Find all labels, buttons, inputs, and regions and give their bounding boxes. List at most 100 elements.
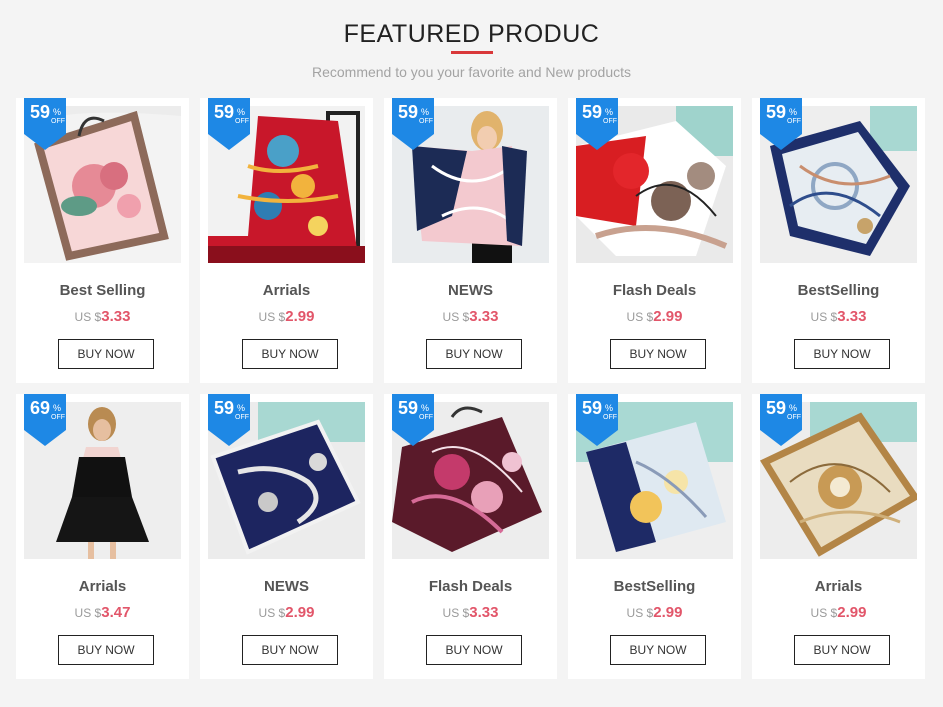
discount-percent: 69: [30, 398, 51, 418]
price-amount: 3.47: [101, 604, 131, 621]
product-card[interactable]: 59 % OFF Arrials US $2.99 BUY NOW: [752, 394, 925, 679]
product-name[interactable]: NEWS: [200, 578, 373, 595]
percent-symbol: %: [53, 107, 62, 117]
price-currency: US $: [74, 310, 102, 324]
price-currency: US $: [258, 606, 286, 620]
product-price: US $3.33: [752, 308, 925, 325]
product-name[interactable]: Arrials: [200, 282, 373, 299]
price-currency: US $: [626, 606, 654, 620]
section-header: FEATURED PRODUC Recommend to you your fa…: [0, 0, 943, 96]
product-name[interactable]: Arrials: [16, 578, 189, 595]
price-currency: US $: [810, 310, 838, 324]
discount-percent: 59: [766, 102, 787, 122]
product-card[interactable]: 59 % OFF Flash Deals US $3.33 BUY NOW: [384, 394, 557, 679]
price-currency: US $: [442, 310, 470, 324]
discount-percent: 59: [214, 102, 235, 122]
product-card[interactable]: 59 % OFF BestSelling US $2.99 BUY NOW: [568, 394, 741, 679]
price-amount: 2.99: [837, 604, 867, 621]
discount-percent: 59: [398, 102, 419, 122]
price-currency: US $: [74, 606, 102, 620]
off-label: OFF: [235, 414, 249, 421]
discount-percent: 59: [214, 398, 235, 418]
off-label: OFF: [787, 414, 801, 421]
product-card[interactable]: 69 % OFF Arrials US $3.47 BUY NOW: [16, 394, 189, 679]
price-amount: 3.33: [469, 308, 499, 325]
product-name[interactable]: BestSelling: [752, 282, 925, 299]
percent-symbol: %: [421, 403, 430, 413]
discount-percent: 59: [582, 102, 603, 122]
discount-badge: 59 % OFF: [576, 394, 618, 446]
buy-now-button[interactable]: BUY NOW: [242, 339, 338, 369]
price-amount: 2.99: [285, 308, 315, 325]
percent-symbol: %: [605, 403, 614, 413]
product-grid: 59 % OFF Best Selling US $3.33 BUY NOW 5…: [16, 98, 928, 679]
price-currency: US $: [626, 310, 654, 324]
product-card[interactable]: 59 % OFF Flash Deals US $2.99 BUY NOW: [568, 98, 741, 383]
section-title: FEATURED PRODUC: [343, 20, 600, 48]
discount-badge: 59 % OFF: [392, 98, 434, 150]
off-label: OFF: [51, 118, 65, 125]
product-price: US $2.99: [752, 604, 925, 621]
off-label: OFF: [51, 414, 65, 421]
buy-now-button[interactable]: BUY NOW: [426, 635, 522, 665]
product-card[interactable]: 59 % OFF Best Selling US $3.33 BUY NOW: [16, 98, 189, 383]
product-name[interactable]: BestSelling: [568, 578, 741, 595]
product-card[interactable]: 59 % OFF NEWS US $2.99 BUY NOW: [200, 394, 373, 679]
product-price: US $3.33: [16, 308, 189, 325]
discount-badge: 59 % OFF: [208, 98, 250, 150]
percent-symbol: %: [605, 107, 614, 117]
discount-badge: 59 % OFF: [760, 98, 802, 150]
buy-now-button[interactable]: BUY NOW: [242, 635, 338, 665]
product-price: US $2.99: [568, 308, 741, 325]
discount-percent: 59: [766, 398, 787, 418]
price-amount: 3.33: [837, 308, 867, 325]
price-amount: 3.33: [469, 604, 499, 621]
buy-now-button[interactable]: BUY NOW: [58, 635, 154, 665]
discount-badge: 59 % OFF: [24, 98, 66, 150]
price-currency: US $: [258, 310, 286, 324]
product-card[interactable]: 59 % OFF NEWS US $3.33 BUY NOW: [384, 98, 557, 383]
discount-percent: 59: [582, 398, 603, 418]
percent-symbol: %: [53, 403, 62, 413]
product-price: US $3.33: [384, 604, 557, 621]
off-label: OFF: [235, 118, 249, 125]
buy-now-button[interactable]: BUY NOW: [794, 635, 890, 665]
price-amount: 2.99: [653, 604, 683, 621]
price-amount: 2.99: [653, 308, 683, 325]
product-card[interactable]: 59 % OFF Arrials US $2.99 BUY NOW: [200, 98, 373, 383]
product-price: US $2.99: [200, 308, 373, 325]
product-name[interactable]: NEWS: [384, 282, 557, 299]
title-underline: [451, 51, 493, 54]
product-price: US $2.99: [200, 604, 373, 621]
product-price: US $3.33: [384, 308, 557, 325]
off-label: OFF: [419, 414, 433, 421]
percent-symbol: %: [237, 107, 246, 117]
product-name[interactable]: Best Selling: [16, 282, 189, 299]
product-price: US $2.99: [568, 604, 741, 621]
buy-now-button[interactable]: BUY NOW: [426, 339, 522, 369]
discount-percent: 59: [398, 398, 419, 418]
buy-now-button[interactable]: BUY NOW: [794, 339, 890, 369]
discount-badge: 59 % OFF: [760, 394, 802, 446]
product-name[interactable]: Flash Deals: [568, 282, 741, 299]
off-label: OFF: [603, 118, 617, 125]
off-label: OFF: [419, 118, 433, 125]
off-label: OFF: [603, 414, 617, 421]
product-card[interactable]: 59 % OFF BestSelling US $3.33 BUY NOW: [752, 98, 925, 383]
price-currency: US $: [442, 606, 470, 620]
discount-badge: 69 % OFF: [24, 394, 66, 446]
percent-symbol: %: [789, 403, 798, 413]
price-currency: US $: [810, 606, 838, 620]
product-price: US $3.47: [16, 604, 189, 621]
off-label: OFF: [787, 118, 801, 125]
discount-badge: 59 % OFF: [208, 394, 250, 446]
buy-now-button[interactable]: BUY NOW: [58, 339, 154, 369]
percent-symbol: %: [789, 107, 798, 117]
price-amount: 2.99: [285, 604, 315, 621]
buy-now-button[interactable]: BUY NOW: [610, 635, 706, 665]
buy-now-button[interactable]: BUY NOW: [610, 339, 706, 369]
product-name[interactable]: Flash Deals: [384, 578, 557, 595]
price-amount: 3.33: [101, 308, 131, 325]
discount-badge: 59 % OFF: [576, 98, 618, 150]
product-name[interactable]: Arrials: [752, 578, 925, 595]
